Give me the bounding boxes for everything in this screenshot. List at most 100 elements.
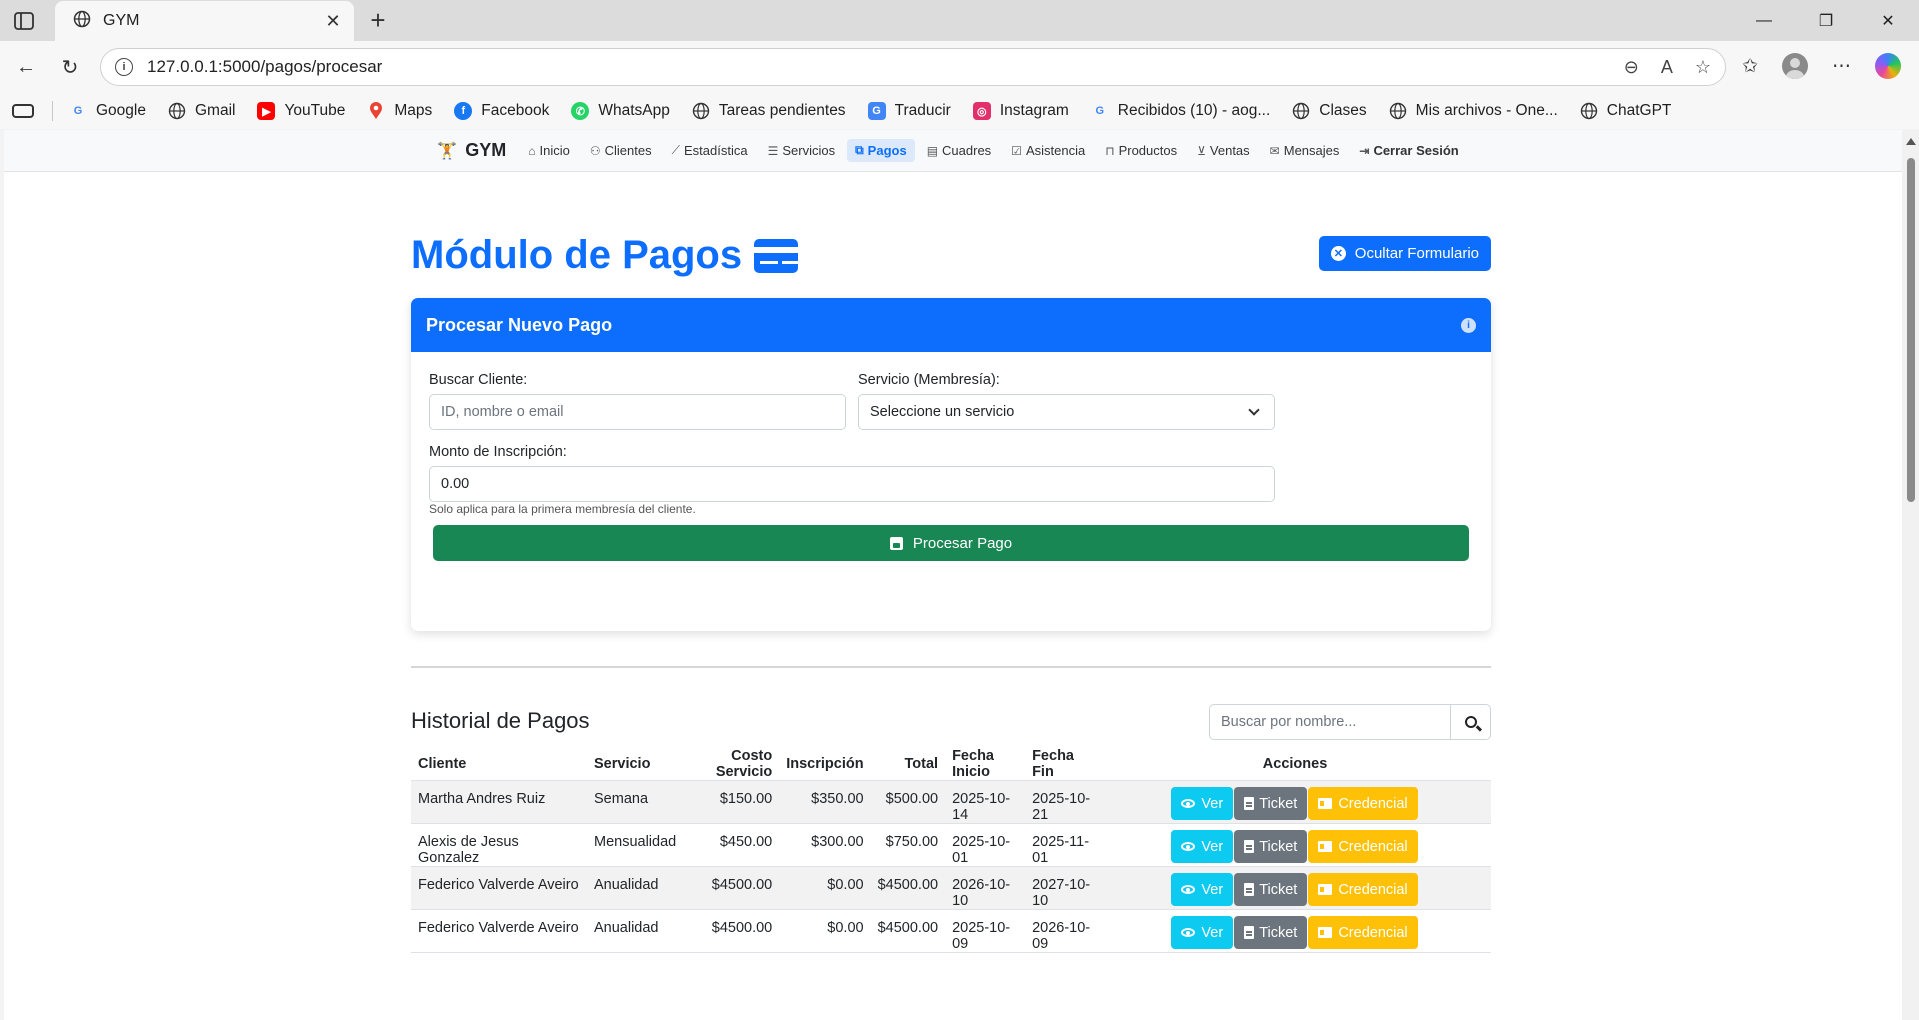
zoom-out-icon[interactable]: ⊖: [1624, 57, 1639, 78]
bookmark-item[interactable]: Gmail: [168, 102, 235, 120]
profile-avatar-icon[interactable]: [1782, 53, 1808, 79]
cell-fin: 2025-11-01: [1025, 823, 1100, 867]
cell-inscripcion: $0.00: [779, 866, 871, 910]
nav-link-servicios[interactable]: ☰ Servicios: [760, 139, 844, 162]
search-button[interactable]: [1450, 705, 1490, 739]
bookmark-item[interactable]: ChatGPT: [1580, 102, 1671, 120]
amount-label: Monto de Inscripción:: [429, 444, 567, 460]
google-icon: G: [1095, 105, 1105, 117]
close-window-icon[interactable]: ✕: [1857, 0, 1919, 41]
bookmark-item[interactable]: Maps: [367, 102, 432, 120]
ticket-button[interactable]: Ticket: [1234, 916, 1308, 949]
page-scrollbar[interactable]: [1902, 130, 1919, 1020]
id-card-icon: [1318, 927, 1333, 938]
reload-icon[interactable]: ↻: [56, 53, 84, 81]
scroll-up-arrow-icon[interactable]: [1906, 138, 1916, 145]
favorites-icon[interactable]: ✩: [1742, 55, 1758, 78]
credential-button[interactable]: Credencial: [1308, 916, 1418, 949]
more-menu-icon[interactable]: ⋯: [1832, 55, 1851, 78]
service-select[interactable]: Seleccione un servicio: [858, 394, 1275, 430]
bookmark-item[interactable]: ▶ YouTube: [257, 102, 345, 120]
info-icon[interactable]: i: [1461, 317, 1476, 333]
history-search-input[interactable]: Buscar por nombre...: [1210, 705, 1450, 739]
process-payment-button[interactable]: Procesar Pago: [433, 525, 1469, 561]
credential-button[interactable]: Credencial: [1308, 787, 1418, 820]
nav-link-pagos[interactable]: ⧉ Pagos: [847, 139, 915, 162]
url-text[interactable]: 127.0.0.1:5000/pagos/procesar: [147, 57, 1624, 77]
cell-costo: $150.00: [683, 780, 780, 824]
bookmark-item[interactable]: ◎ Instagram: [972, 102, 1069, 120]
view-button[interactable]: Ver: [1171, 916, 1234, 949]
site-info-icon[interactable]: i: [115, 58, 133, 76]
bookmark-label: Recibidos (10) - aog...: [1117, 102, 1271, 119]
nav-link-label: Clientes: [604, 143, 652, 158]
view-button[interactable]: Ver: [1171, 873, 1234, 906]
bookmark-item[interactable]: G Recibidos (10) - aog...: [1091, 102, 1271, 120]
logout-icon: ⇥: [1359, 143, 1370, 158]
nav-link-ventas[interactable]: ⊻ Ventas: [1189, 139, 1258, 162]
nav-link-label: Estadística: [683, 143, 748, 158]
ticket-button[interactable]: Ticket: [1234, 830, 1308, 863]
bookmark-item[interactable]: Tareas pendientes: [692, 102, 846, 120]
reading-list-icon[interactable]: [12, 104, 34, 118]
view-button[interactable]: Ver: [1171, 830, 1234, 863]
globe-icon: [168, 102, 186, 120]
translate-icon: G: [867, 102, 886, 120]
tab-title: GYM: [103, 12, 140, 29]
bookmark-label: Maps: [394, 102, 433, 119]
page-title-text: Módulo de Pagos: [411, 233, 743, 277]
view-button[interactable]: Ver: [1171, 787, 1234, 820]
credential-button-label: Credencial: [1338, 838, 1408, 855]
client-search-input[interactable]: ID, nombre o email: [429, 394, 846, 430]
nav-link-estadística[interactable]: ⟋ Estadística: [664, 139, 756, 162]
restore-icon[interactable]: ❐: [1795, 0, 1857, 41]
cell-fin: 2027-10-10: [1025, 866, 1100, 910]
nav-link-cerrar-sesión[interactable]: ⇥ Cerrar Sesión: [1351, 139, 1466, 162]
payment-icon: ⧉: [855, 143, 864, 157]
bookmark-item[interactable]: Mis archivos - One...: [1389, 102, 1558, 120]
credential-button[interactable]: Credencial: [1308, 873, 1418, 906]
bookmark-item[interactable]: ✆ WhatsApp: [571, 102, 670, 120]
bookmark-item[interactable]: f Facebook: [454, 102, 549, 120]
new-tab-icon[interactable]: +: [364, 7, 392, 33]
bookmark-item[interactable]: Clases: [1292, 102, 1367, 120]
copilot-icon[interactable]: [1875, 53, 1901, 79]
ticket-button[interactable]: Ticket: [1234, 787, 1308, 820]
minimize-icon[interactable]: —: [1733, 0, 1795, 41]
column-header: Fecha Inicio: [945, 748, 1026, 781]
nav-link-inicio[interactable]: ⌂ Inicio: [520, 139, 578, 162]
sidebar-toggle-icon[interactable]: [12, 10, 36, 32]
nav-link-productos[interactable]: ⊓ Productos: [1097, 139, 1185, 162]
view-button-label: Ver: [1201, 795, 1224, 812]
register-icon: ▤: [926, 143, 939, 158]
nav-link-mensajes[interactable]: ✉ Mensajes: [1262, 139, 1348, 162]
ticket-button[interactable]: Ticket: [1234, 873, 1308, 906]
brand[interactable]: 🏋 GYM: [437, 140, 506, 161]
nav-link-cuadres[interactable]: ▤ Cuadres: [919, 139, 999, 162]
service-select-value: Seleccione un servicio: [870, 404, 1015, 420]
read-aloud-icon[interactable]: A: [1661, 57, 1673, 78]
close-tab-icon[interactable]: ✕: [322, 11, 344, 32]
credential-button[interactable]: Credencial: [1308, 830, 1418, 863]
save-icon: [889, 536, 903, 550]
bookmark-label: WhatsApp: [598, 102, 670, 119]
bookmark-label: Mis archivos - One...: [1415, 102, 1558, 119]
id-card-icon: [1318, 798, 1333, 809]
back-arrow-icon[interactable]: ←: [12, 53, 40, 81]
youtube-icon: ▶: [257, 102, 276, 120]
nav-link-asistencia[interactable]: ☑ Asistencia: [1003, 139, 1093, 162]
section-divider: [411, 666, 1491, 668]
credential-button-label: Credencial: [1338, 924, 1408, 941]
cell-fin: 2026-10-09: [1025, 909, 1100, 953]
scrollbar-thumb[interactable]: [1907, 158, 1915, 502]
enrollment-amount-input[interactable]: 0.00: [429, 466, 1275, 502]
table-row: Federico Valverde Aveiro Anualidad $4500.0…: [411, 909, 1491, 953]
table-row: Alexis de Jesus Gonzalez Mensualidad $450.…: [411, 823, 1491, 867]
bookmark-item[interactable]: G Google: [69, 102, 146, 120]
nav-link-clientes[interactable]: ⚇ Clientes: [582, 139, 660, 162]
favorite-star-icon[interactable]: ☆: [1695, 57, 1711, 78]
hide-form-button[interactable]: ✕ Ocultar Formulario: [1318, 236, 1491, 271]
browser-tab[interactable]: GYM ✕: [55, 1, 354, 41]
address-bar[interactable]: i 127.0.0.1:5000/pagos/procesar ⊖ A ☆: [100, 48, 1726, 86]
bookmark-item[interactable]: G Traducir: [867, 102, 951, 120]
